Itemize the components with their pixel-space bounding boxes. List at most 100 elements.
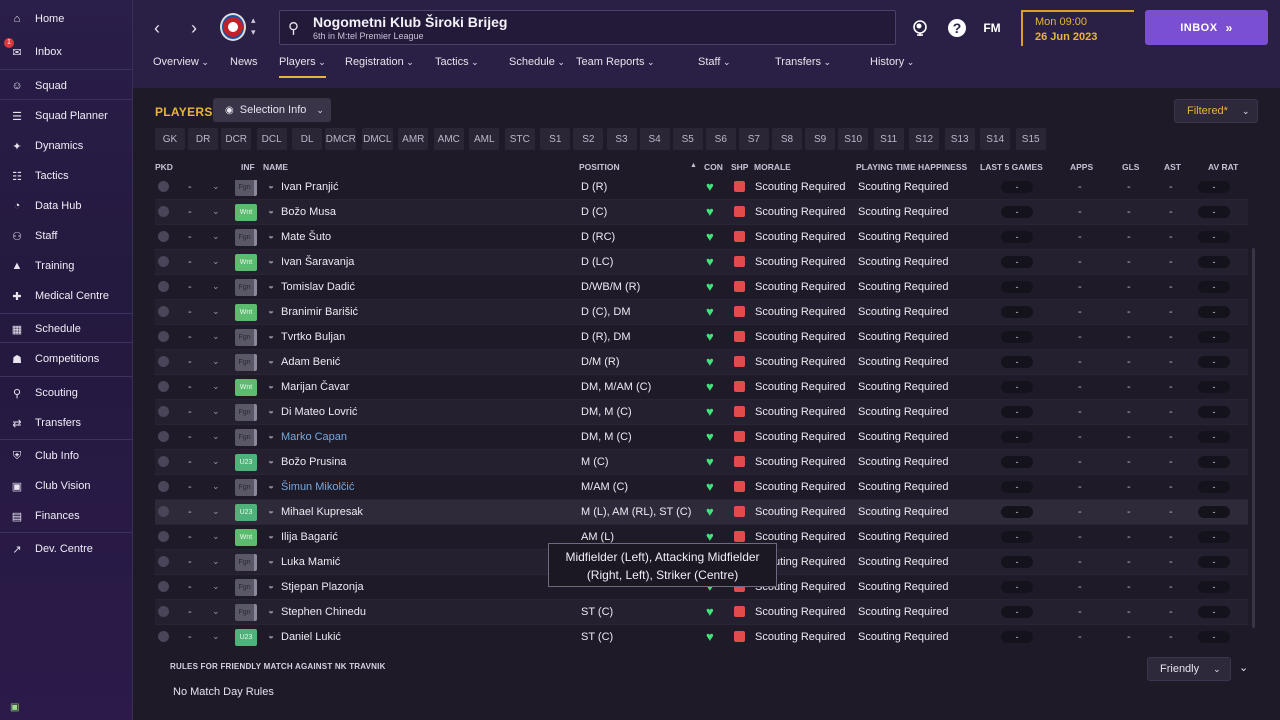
date-continue-box[interactable]: Mon 09:00 26 Jun 2023 [1021, 10, 1134, 46]
match-type-dropdown[interactable]: Friendly ⌄ [1147, 657, 1231, 681]
position-filter-aml[interactable]: AML [469, 128, 500, 150]
table-row[interactable]: - ⌄ U23 ◒ Božo Prusina M (C) ♥ Scouting Require… [155, 450, 1248, 475]
table-row[interactable]: - ⌄ Fgn ◒ Mate Šuto D (RC) ♥ Scouting Required S… [155, 225, 1248, 250]
sidebar-item-scouting[interactable]: ⚲ Scouting [0, 380, 133, 406]
pick-toggle-icon[interactable] [158, 556, 169, 567]
pick-toggle-icon[interactable] [158, 281, 169, 292]
sidebar-item-training[interactable]: ▲ Training [0, 253, 133, 279]
filter-dropdown[interactable]: Filtered* ⌄ [1174, 99, 1258, 123]
row-expand-chevron-icon[interactable]: ⌄ [212, 606, 220, 617]
position-filter-s4[interactable]: S4 [639, 128, 670, 150]
row-expand-chevron-icon[interactable]: ⌄ [212, 631, 220, 642]
table-row[interactable]: - ⌄ Fgn ◒ Ivan Pranjić D (R) ♥ Scouting Require… [155, 180, 1248, 200]
position-filter-gk[interactable]: GK [155, 128, 185, 150]
table-row[interactable]: - ⌄ U23 ◒ Daniel Lukić ST (C) ♥ Scouting Requir… [155, 625, 1248, 646]
position-filter-s9[interactable]: S9 [805, 128, 836, 150]
row-expand-chevron-icon[interactable]: ⌄ [212, 331, 220, 342]
player-name[interactable]: Tomislav Dadić [281, 281, 355, 293]
sidebar-item-dynamics[interactable]: ✦ Dynamics [0, 133, 133, 159]
sidebar-item-medical-centre[interactable]: ✚ Medical Centre [0, 283, 133, 309]
column-header-morale[interactable]: MORALE [754, 162, 791, 172]
tab-tactics[interactable]: Tactics ⌄ [435, 56, 479, 78]
position-filter-s7[interactable]: S7 [738, 128, 769, 150]
row-expand-chevron-icon[interactable]: ⌄ [212, 256, 220, 267]
row-expand-chevron-icon[interactable]: ⌄ [212, 306, 220, 317]
sidebar-item-schedule[interactable]: ▦ Schedule [0, 316, 133, 342]
club-switch-icon[interactable]: ▴ ▾ [251, 14, 256, 38]
player-name[interactable]: Stephen Chinedu [281, 606, 366, 618]
position-filter-s6[interactable]: S6 [705, 128, 736, 150]
sidebar-item-home[interactable]: ⌂ Home [0, 6, 133, 32]
selection-info-button[interactable]: ◉ Selection Info ⌄ [213, 98, 331, 122]
forward-arrow-icon[interactable]: › [182, 16, 206, 40]
player-name[interactable]: Mihael Kupresak [281, 506, 363, 518]
position-filter-s1[interactable]: S1 [540, 128, 571, 150]
sidebar-item-dev-centre[interactable]: ↗ Dev. Centre [0, 536, 133, 562]
table-row[interactable]: - ⌄ Fgn ◒ Tomislav Dadić D/WB/M (R) ♥ Scouting … [155, 275, 1248, 300]
column-header-playing-time-happiness[interactable]: PLAYING TIME HAPPINESS [856, 162, 967, 172]
player-name[interactable]: Šimun Mikolčić [281, 481, 354, 493]
player-name[interactable]: Tvrtko Buljan [281, 331, 345, 343]
player-name[interactable]: Di Mateo Lovrić [281, 406, 357, 418]
row-expand-chevron-icon[interactable]: ⌄ [212, 581, 220, 592]
position-filter-s3[interactable]: S3 [606, 128, 637, 150]
pick-toggle-icon[interactable] [158, 381, 169, 392]
club-search-box[interactable]: ⚲ Nogometni Klub Široki Brijeg 6th in M:… [279, 10, 896, 45]
pick-toggle-icon[interactable] [158, 456, 169, 467]
back-arrow-icon[interactable]: ‹ [145, 16, 169, 40]
player-name[interactable]: Ilija Bagarić [281, 531, 338, 543]
pick-toggle-icon[interactable] [158, 306, 169, 317]
tab-staff[interactable]: Staff ⌄ [698, 56, 730, 78]
column-header-shp[interactable]: SHP [731, 162, 748, 172]
player-name[interactable]: Marijan Čavar [281, 381, 349, 393]
player-name[interactable]: Marko Capan [281, 431, 347, 443]
table-row[interactable]: - ⌄ Wnt ◒ Marijan Čavar DM, M/AM (C) ♥ Scouting… [155, 375, 1248, 400]
player-name[interactable]: Ivan Pranjić [281, 181, 338, 193]
sidebar-item-squad[interactable]: ☺ Squad [0, 73, 133, 99]
column-header-con[interactable]: CON [704, 162, 723, 172]
tab-team-reports[interactable]: Team Reports ⌄ [576, 56, 655, 78]
sidebar-item-tactics[interactable]: ☷ Tactics [0, 163, 133, 189]
row-expand-chevron-icon[interactable]: ⌄ [212, 406, 220, 417]
pick-toggle-icon[interactable] [158, 531, 169, 542]
row-expand-chevron-icon[interactable]: ⌄ [212, 231, 220, 242]
column-header-position[interactable]: POSITION [579, 162, 620, 172]
position-filter-s2[interactable]: S2 [573, 128, 604, 150]
column-header-pkd[interactable]: PKD [155, 162, 173, 172]
row-expand-chevron-icon[interactable]: ⌄ [212, 531, 220, 542]
position-filter-dmcr[interactable]: DMCR [325, 128, 357, 150]
player-name[interactable]: Luka Mamić [281, 556, 340, 568]
column-header-ast[interactable]: AST [1164, 162, 1181, 172]
tab-schedule[interactable]: Schedule ⌄ [509, 56, 565, 78]
player-name[interactable]: Branimir Barišić [281, 306, 358, 318]
pick-toggle-icon[interactable] [158, 331, 169, 342]
position-filter-s11[interactable]: S11 [873, 128, 904, 150]
column-header-inf[interactable]: INF [241, 162, 255, 172]
column-header-last-5-games[interactable]: LAST 5 GAMES [980, 162, 1043, 172]
pick-toggle-icon[interactable] [158, 406, 169, 417]
table-row[interactable]: - ⌄ Wnt ◒ Branimir Barišić D (C), DM ♥ Scouting… [155, 300, 1248, 325]
row-expand-chevron-icon[interactable]: ⌄ [212, 381, 220, 392]
player-name[interactable]: Adam Benić [281, 356, 340, 368]
table-row[interactable]: - ⌄ U23 ◒ Mihael Kupresak M (L), AM (RL), ST … [155, 500, 1248, 525]
sidebar-item-staff[interactable]: ⚇ Staff [0, 223, 133, 249]
player-name[interactable]: Mate Šuto [281, 231, 331, 243]
fm-menu-icon[interactable]: FM [981, 17, 1003, 39]
pick-toggle-icon[interactable] [158, 181, 169, 192]
table-scrollbar[interactable] [1252, 248, 1255, 628]
pick-toggle-icon[interactable] [158, 606, 169, 617]
column-header-av-rat[interactable]: AV RAT [1208, 162, 1238, 172]
table-row[interactable]: - ⌄ Wnt ◒ Ivan Šaravanja D (LC) ♥ Scouting Requ… [155, 250, 1248, 275]
position-filter-amc[interactable]: AMC [433, 128, 464, 150]
pick-toggle-icon[interactable] [158, 506, 169, 517]
position-filter-s5[interactable]: S5 [672, 128, 703, 150]
tab-players[interactable]: Players ⌄ [279, 56, 326, 78]
table-row[interactable]: - ⌄ Fgn ◒ Stephen Chinedu ST (C) ♥ Scouting Req… [155, 600, 1248, 625]
sidebar-item-finances[interactable]: ▤ Finances [0, 503, 133, 529]
position-filter-amr[interactable]: AMR [398, 128, 429, 150]
pick-toggle-icon[interactable] [158, 256, 169, 267]
pick-toggle-icon[interactable] [158, 631, 169, 642]
tab-registration[interactable]: Registration ⌄ [345, 56, 414, 78]
tab-news[interactable]: News [230, 56, 258, 78]
player-name[interactable]: Božo Prusina [281, 456, 346, 468]
